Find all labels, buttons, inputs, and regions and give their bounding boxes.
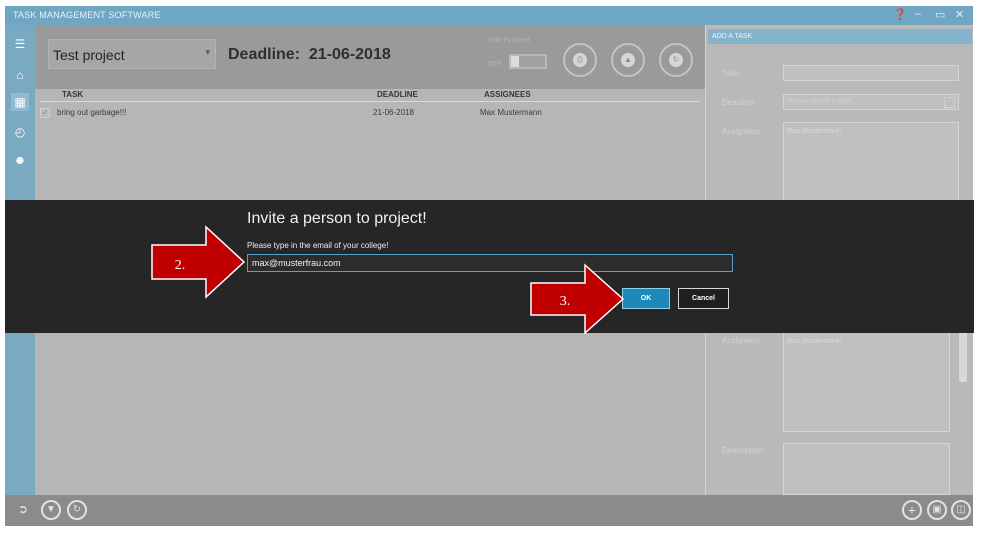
deadline-date-picker[interactable]: Please select a date	[783, 94, 959, 110]
chevron-down-icon: ▾	[205, 47, 210, 57]
task-done-checkbox[interactable]: ✓	[40, 108, 50, 118]
user-icon[interactable]: ☻	[11, 151, 29, 169]
calendar-icon[interactable]: ◴	[11, 123, 29, 141]
history-button[interactable]: ↻	[659, 43, 693, 77]
project-header: Test project ▾ Deadline: 21-06-2018 Hide…	[35, 25, 705, 89]
column-header-deadline[interactable]: DEADLINE	[377, 90, 418, 99]
cancel-button[interactable]: Cancel	[678, 288, 729, 309]
add-task-title: ADD A TASK	[712, 33, 753, 40]
help-icon[interactable]: ❓	[893, 8, 907, 21]
logout-icon[interactable]: ➲	[13, 501, 33, 521]
close-icon[interactable]: ✕	[955, 8, 964, 21]
refresh-button[interactable]: ↻	[67, 500, 87, 520]
project-select-value: Test project	[53, 47, 125, 63]
assignee-item-2[interactable]: Max Mustermann	[787, 338, 841, 345]
assignee-item[interactable]: Max Mustermann	[787, 128, 841, 135]
save-button[interactable]: ▣	[927, 500, 947, 520]
toggle-knob	[511, 56, 519, 67]
print-icon: ⎙	[573, 53, 587, 67]
deadline-label: Deadline:	[228, 46, 301, 63]
add-task-header: ADD A TASK	[708, 29, 972, 44]
task-deadline-cell: 21-06-2018	[373, 108, 414, 117]
assignees-list-2[interactable]: Max Mustermann	[783, 332, 950, 432]
add-button[interactable]: +	[902, 500, 922, 520]
description-textarea[interactable]	[783, 443, 950, 495]
filter-button[interactable]: ▼	[41, 500, 61, 520]
task-assignees-cell: Max Mustermann	[480, 108, 542, 117]
project-select[interactable]: Test project ▾	[48, 39, 216, 69]
app-title: TASK MANAGEMENT SOFTWARE	[13, 10, 161, 20]
deadline-display: Deadline: 21-06-2018	[228, 46, 391, 64]
hide-finished-toggle[interactable]	[509, 54, 547, 69]
print-button[interactable]: ⎙	[563, 43, 597, 77]
minimize-icon[interactable]: –	[915, 8, 921, 20]
home-icon[interactable]: ⌂	[11, 66, 29, 84]
board-icon[interactable]: ▦	[11, 93, 29, 111]
callout-arrow-step-3: 3.	[530, 263, 625, 335]
header-divider	[40, 101, 700, 102]
toggle-label: Hide Finished	[487, 37, 530, 44]
callout-arrow-step-2: 2.	[151, 225, 246, 299]
calendar-icon[interactable]	[944, 97, 955, 108]
deadline-field-label: Deadline:	[722, 98, 756, 107]
task-field-label: Task:	[722, 69, 741, 78]
invite-person-button[interactable]: ▲	[611, 43, 645, 77]
history-icon: ↻	[669, 53, 683, 67]
callout-label-step-2: 2.	[175, 258, 186, 273]
assignees-field-label: Assignees:	[722, 127, 762, 136]
task-input[interactable]	[783, 65, 959, 81]
deadline-placeholder: Please select a date	[788, 98, 852, 105]
callout-label-step-3: 3.	[560, 294, 571, 309]
hamburger-menu-icon[interactable]: ☰	[11, 35, 29, 53]
bottom-toolbar: ➲ ▼ ↻ + ▣ ◫	[5, 495, 973, 526]
task-name-cell: bring out garbage!!!	[57, 108, 127, 117]
column-header-assignees[interactable]: ASSIGNEES	[484, 90, 531, 99]
ok-button[interactable]: OK	[622, 288, 670, 309]
dialog-prompt: Please type in the email of your college…	[247, 241, 389, 250]
title-bar: TASK MANAGEMENT SOFTWARE ❓ – ▭ ✕	[5, 6, 973, 25]
email-input[interactable]	[247, 254, 733, 272]
person-icon: ▲	[621, 53, 635, 67]
delete-button[interactable]: ◫	[951, 500, 971, 520]
dialog-title: Invite a person to project!	[247, 210, 427, 227]
assignees-field-label-2: Assignees:	[722, 336, 762, 345]
column-header-task[interactable]: TASK	[62, 90, 83, 99]
toggle-state-label: OFF	[488, 61, 502, 68]
restore-icon[interactable]: ▭	[935, 8, 945, 21]
description-field-label: Description:	[722, 446, 765, 455]
deadline-value: 21-06-2018	[308, 46, 391, 63]
